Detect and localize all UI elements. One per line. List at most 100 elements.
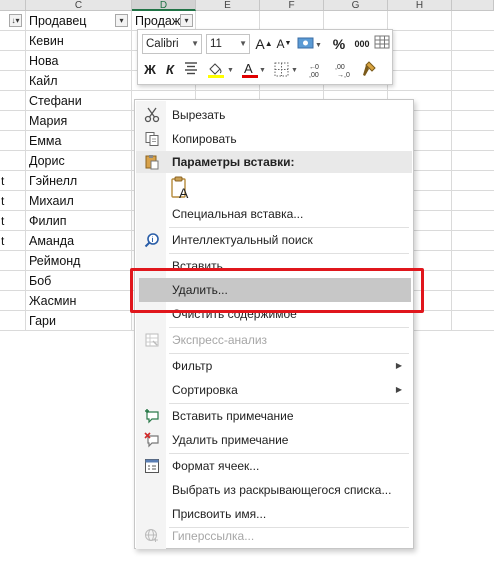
bold-button[interactable]: Ж	[142, 60, 158, 80]
seller-cell[interactable]: Боб	[26, 271, 132, 291]
cell-b-border	[0, 131, 26, 151]
menu-item-insert-comment[interactable]: Вставить примечание	[136, 404, 412, 428]
menu-item-sort[interactable]: Сортировка ▶	[136, 378, 412, 402]
cell-g[interactable]	[324, 11, 388, 31]
cell-b-border	[0, 271, 26, 291]
borders-icon[interactable]: ▼	[272, 60, 302, 80]
increase-font-size-icon[interactable]: A▲	[255, 34, 273, 54]
copy-icon	[144, 131, 160, 147]
sales-filter-dropdown-icon[interactable]: ▾	[180, 14, 193, 27]
svg-text:0: 0	[315, 64, 319, 71]
filter-sort-icon[interactable]: ↓▾	[9, 14, 22, 27]
format-table-icon[interactable]	[374, 34, 390, 54]
seller-cell[interactable]: Нова	[26, 51, 132, 71]
menu-label: Вырезать	[172, 108, 226, 122]
column-header-h[interactable]: H	[388, 0, 452, 11]
paste-options-label: Параметры вставки:	[172, 155, 295, 169]
menu-item-quick-analysis: Экспресс-анализ	[136, 328, 412, 352]
seller-cell[interactable]: Кайл	[26, 71, 132, 91]
italic-button[interactable]: К	[162, 60, 178, 80]
font-size-value: 11	[210, 38, 222, 50]
format-painter-icon[interactable]	[360, 60, 380, 80]
seller-cell[interactable]: Мария	[26, 111, 132, 131]
empty-cell[interactable]	[388, 31, 452, 51]
quick-analysis-icon	[144, 332, 160, 348]
hyperlink-icon	[144, 528, 160, 544]
comma-style-icon[interactable]: 000	[351, 34, 373, 54]
seller-cell[interactable]: Михаил	[26, 191, 132, 211]
mini-formatting-toolbar: Calibri ▼ 11 ▼ A▲ A▼ ▼ % 000 Ж К ▼ A ▼ ▼ …	[137, 29, 393, 85]
menu-item-format-cells[interactable]: Формат ячеек...	[136, 454, 412, 478]
cell-b-border	[0, 31, 26, 51]
column-header-g[interactable]: G	[324, 0, 388, 11]
menu-label: Сортировка	[172, 383, 238, 397]
seller-cell[interactable]: Аманда	[26, 231, 132, 251]
menu-item-pick-from-list[interactable]: Выбрать из раскрывающегося списка...	[136, 478, 412, 502]
align-center-icon[interactable]	[183, 60, 201, 80]
paste-options-icon	[144, 154, 160, 170]
menu-item-delete-comment[interactable]: Удалить примечание	[136, 428, 412, 452]
font-color-icon[interactable]: A ▼	[240, 60, 268, 80]
seller-cell[interactable]: Реймонд	[26, 251, 132, 271]
cell-b-border	[0, 251, 26, 271]
paste-text-only-icon: A	[170, 176, 192, 200]
seller-filter-dropdown-icon[interactable]: ▾	[115, 14, 128, 27]
menu-label: Выбрать из раскрывающегося списка...	[172, 483, 392, 497]
cell-h[interactable]	[388, 11, 452, 31]
cell-b-border	[0, 171, 26, 191]
seller-cell[interactable]: Кевин	[26, 31, 132, 51]
menu-item-filter[interactable]: Фильтр ▶	[136, 354, 412, 378]
submenu-arrow-icon: ▶	[395, 385, 402, 394]
menu-item-hyperlink: Гиперссылка...	[136, 524, 412, 548]
paste-keep-text-only-button[interactable]: A	[136, 175, 412, 201]
menu-item-define-name[interactable]: Присвоить имя...	[136, 502, 412, 526]
delete-comment-icon	[144, 432, 160, 448]
menu-item-smart-lookup[interactable]: i Интеллектуальный поиск	[136, 228, 412, 252]
font-name-box[interactable]: Calibri ▼	[142, 34, 202, 54]
decrease-font-size-icon[interactable]: A▼	[275, 34, 293, 54]
cell-b-border	[0, 211, 26, 231]
percent-style-icon[interactable]: %	[330, 34, 348, 54]
empty-cell[interactable]	[388, 71, 452, 91]
seller-cell[interactable]: Гари	[26, 311, 132, 331]
column-header-b[interactable]	[0, 0, 26, 11]
seller-cell[interactable]: Жасмин	[26, 291, 132, 311]
cell-b-border	[0, 291, 26, 311]
seller-cell[interactable]: Дорис	[26, 151, 132, 171]
seller-cell[interactable]: Стефани	[26, 91, 132, 111]
increase-decimal-icon[interactable]: ← 0,00	[308, 60, 330, 80]
column-header-row: C D E F G H	[0, 0, 494, 11]
seller-cell[interactable]: Филип	[26, 211, 132, 231]
empty-cell[interactable]	[388, 51, 452, 71]
cell-b-border	[0, 311, 26, 331]
menu-item-paste-special[interactable]: Специальная вставка...	[136, 202, 412, 226]
menu-label: Гиперссылка...	[172, 529, 255, 543]
menu-item-cut[interactable]: Вырезать	[136, 103, 412, 127]
context-menu: Вырезать Копировать Параметры вставки: A…	[134, 99, 414, 549]
column-header-i[interactable]	[452, 0, 494, 11]
cell-b-border	[0, 71, 26, 91]
column-header-c[interactable]: C	[26, 0, 132, 11]
font-name-value: Calibri	[146, 38, 179, 50]
cell-b-border	[0, 231, 26, 251]
cell-e[interactable]	[196, 11, 260, 31]
chevron-down-icon[interactable]: ▼	[191, 35, 199, 53]
decrease-decimal-icon[interactable]: ,00 →,0	[334, 60, 356, 80]
fill-color-icon[interactable]: ▼	[206, 60, 236, 80]
chevron-down-icon[interactable]: ▼	[239, 35, 247, 53]
seller-cell[interactable]: Гэйнелл	[26, 171, 132, 191]
menu-label: Удалить примечание	[172, 433, 289, 447]
svg-text:,00: ,00	[309, 72, 319, 79]
font-size-box[interactable]: 11 ▼	[206, 34, 250, 54]
accounting-format-icon[interactable]: ▼	[296, 34, 324, 54]
column-header-d[interactable]: D	[132, 0, 196, 11]
column-header-e[interactable]: E	[196, 0, 260, 11]
menu-item-copy[interactable]: Копировать	[136, 127, 412, 151]
column-header-f[interactable]: F	[260, 0, 324, 11]
cell-b-border	[0, 91, 26, 111]
cell-f[interactable]	[260, 11, 324, 31]
submenu-arrow-icon: ▶	[395, 361, 402, 370]
menu-label: Экспресс-анализ	[172, 333, 268, 347]
seller-cell[interactable]: Емма	[26, 131, 132, 151]
cell-b-border	[0, 51, 26, 71]
